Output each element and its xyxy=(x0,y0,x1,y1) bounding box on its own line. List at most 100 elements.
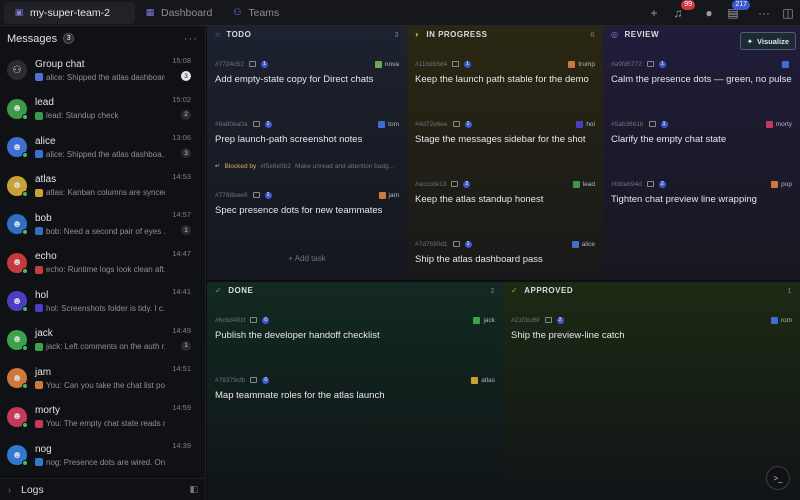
task-card[interactable]: #7724d52 1 nova Add empty-state copy for… xyxy=(207,59,407,85)
tab-team[interactable]: ▣ my-super-team-2 xyxy=(4,1,135,24)
notifications-badge: 99 xyxy=(681,0,695,10)
conversation-item[interactable]: ☻ morty You: The empty chat state reads … xyxy=(0,398,205,437)
conversation-item[interactable]: ☻ nog nog: Presence dots are wired. Onl.… xyxy=(0,436,205,475)
comment-count: 1 xyxy=(260,60,268,68)
add-task-label: Add task xyxy=(294,254,326,263)
task-title: Stage the messages sidebar for the shot xyxy=(415,134,586,145)
task-card[interactable]: #8a90ea0a 1 tom Prep launch-path screens… xyxy=(207,119,407,145)
assignee-avatar-icon xyxy=(765,120,773,128)
task-id: #7d7690d1 xyxy=(415,240,448,248)
task-id: #21f3cd6f xyxy=(511,316,540,324)
avatar-icon: ☻ xyxy=(11,372,23,384)
agents-button[interactable]: ▤ 217 xyxy=(722,0,750,24)
column-header: ○ TODO 3 xyxy=(207,26,407,42)
conversation-item[interactable]: ☻ hol hol: Screenshots folder is tidy. I… xyxy=(0,282,205,321)
comment-count: 1 xyxy=(264,120,272,128)
preview-text: You: Can you take the chat list polish..… xyxy=(46,380,165,390)
panel-icon[interactable]: ◧ xyxy=(189,484,198,495)
task-card[interactable]: #21f3cd6f 2 rom Ship the preview-line ca… xyxy=(503,315,800,341)
conversation-preview: nog: Presence dots are wired. Onl... xyxy=(35,458,165,467)
comment-count: 0 xyxy=(262,316,270,324)
logs-footer[interactable]: › Logs ◧ xyxy=(0,478,206,500)
tab-dashboard[interactable]: ▦ Dashboard xyxy=(135,2,222,24)
conversation-item[interactable]: ☻ alice alice: Shipped the atlas dashboa… xyxy=(0,128,205,167)
github-button[interactable]: ● xyxy=(698,2,720,24)
conversation-preview: bob: Need a second pair of eyes ... xyxy=(35,227,165,236)
avatar: ☻ xyxy=(7,252,28,274)
task-card[interactable]: #7d7690d1 1 alice Ship the atlas dashboa… xyxy=(407,239,603,265)
column-count: 1 xyxy=(787,285,792,295)
unread-badge: 2 xyxy=(181,109,191,120)
task-id: #5ab3661b xyxy=(611,120,644,128)
task-card[interactable]: #78379cfb 0 atlas Map teammate roles for… xyxy=(207,375,503,401)
comment-icon xyxy=(252,192,260,198)
conversation-time: 14:59 xyxy=(172,402,191,412)
column-count: 6 xyxy=(590,29,595,39)
status-icon: ○ xyxy=(215,29,221,39)
conversation-item[interactable]: ☻ atlas atlas: Kanban columns are synced… xyxy=(0,167,205,206)
conversation-time: 13:06 xyxy=(172,133,191,142)
assignee-name: pop xyxy=(781,180,792,188)
task-card[interactable]: #acccde13 2 lead Keep the atlas standup … xyxy=(407,179,603,205)
tab-teams[interactable]: ⚇ Teams xyxy=(222,2,289,24)
conversation-item[interactable]: ☻ jack jack: Left comments on the auth r… xyxy=(0,321,205,360)
column-count: 2 xyxy=(490,285,495,295)
avatar-icon: ☻ xyxy=(11,218,23,230)
notifications-button[interactable]: ♫ 99 xyxy=(667,0,695,24)
task-id: #a9fd5772 xyxy=(611,60,642,68)
task-card[interactable]: #6cbd491f 0 jack Publish the developer h… xyxy=(207,315,503,341)
preview-text: alice: Shipped the atlas dashboa... xyxy=(46,149,165,159)
conversation-time: 14:49 xyxy=(172,325,191,335)
terminal-button[interactable]: >_ xyxy=(766,466,790,490)
task-title: Keep the launch path stable for the demo xyxy=(415,74,589,85)
task-title: Publish the developer handoff checklist xyxy=(215,330,380,341)
card-meta: #6cbd491f 0 jack xyxy=(215,315,495,325)
sender-avatar-icon xyxy=(35,342,43,351)
task-id: #6cbd491f xyxy=(215,316,246,324)
add-button[interactable]: + xyxy=(643,2,665,24)
visualize-button[interactable]: ✦ Visualize xyxy=(739,32,796,50)
conversation-item[interactable]: ☻ lead lead: Standup check 15:02 2 xyxy=(0,90,205,129)
add-task-button[interactable]: + Add task xyxy=(207,254,407,263)
assignee-name: hol xyxy=(586,120,595,128)
assignee-name: trump xyxy=(578,60,595,68)
preview-text: atlas: Kanban columns are synced... xyxy=(46,188,165,198)
messages-menu-icon[interactable]: ··· xyxy=(184,33,198,45)
task-card[interactable]: #5ab3661b 1 morty Clarify the empty chat… xyxy=(603,119,800,145)
conversation-item[interactable]: ☻ jam You: Can you take the chat list po… xyxy=(0,359,205,398)
comment-count: 2 xyxy=(463,180,471,188)
avatar-icon: ☻ xyxy=(11,449,23,461)
card-meta: #5ab3661b 1 morty xyxy=(611,119,792,129)
top-bar: ▣ my-super-team-2 ▦ Dashboard ⚇ Teams + … xyxy=(0,0,800,26)
conversation-item[interactable]: ⚇ Group chat alice: Shipped the atlas da… xyxy=(0,51,205,90)
task-card[interactable]: #4d72e6ee 1 hol Stage the messages sideb… xyxy=(407,119,603,145)
comment-icon xyxy=(646,61,654,67)
task-id: #8a90ea0a xyxy=(215,120,248,128)
task-card[interactable]: #11bdb5d4 1 trump Keep the launch path s… xyxy=(407,59,603,85)
task-card[interactable]: #fddeb94d 2 pop Tighten chat preview lin… xyxy=(603,179,800,205)
layout-toggle-button[interactable]: ◫ xyxy=(777,2,799,24)
plus-icon: + xyxy=(288,254,293,263)
comment-icon xyxy=(544,317,552,323)
teams-tab-label: Teams xyxy=(248,6,280,19)
task-card[interactable]: #7788bee9 1 jam Spec presence dots for n… xyxy=(207,190,407,216)
assignee-avatar-icon xyxy=(378,120,386,128)
conversation-preview: echo: Runtime logs look clean aft... xyxy=(35,265,165,274)
avatar-icon: ☻ xyxy=(11,141,23,153)
status-dot xyxy=(22,113,28,120)
comment-count: 1 xyxy=(464,60,472,68)
avatar: ☻ xyxy=(7,329,28,351)
blocked-text: Make unread and attention badg... xyxy=(294,162,395,170)
conversation-item[interactable]: ☻ echo echo: Runtime logs look clean aft… xyxy=(0,244,205,283)
assignee: tom xyxy=(378,120,399,128)
unread-badge: 3 xyxy=(181,148,191,158)
avatar-icon: ☻ xyxy=(11,180,23,192)
conversation-item[interactable]: ☻ bob bob: Need a second pair of eyes ..… xyxy=(0,205,205,244)
column-approved: ✓ APPROVED 1 #21f3cd6f 2 rom Ship the pr… xyxy=(503,282,800,500)
assignee-avatar-icon xyxy=(576,120,584,128)
task-id: #4d72e6ee xyxy=(415,120,448,128)
github-icon: ● xyxy=(705,6,713,20)
sender-avatar-icon xyxy=(35,227,43,236)
more-button[interactable]: ··· xyxy=(753,2,775,24)
task-card[interactable]: #a9fd5772 1 Calm the presence dots — gre… xyxy=(603,59,800,85)
